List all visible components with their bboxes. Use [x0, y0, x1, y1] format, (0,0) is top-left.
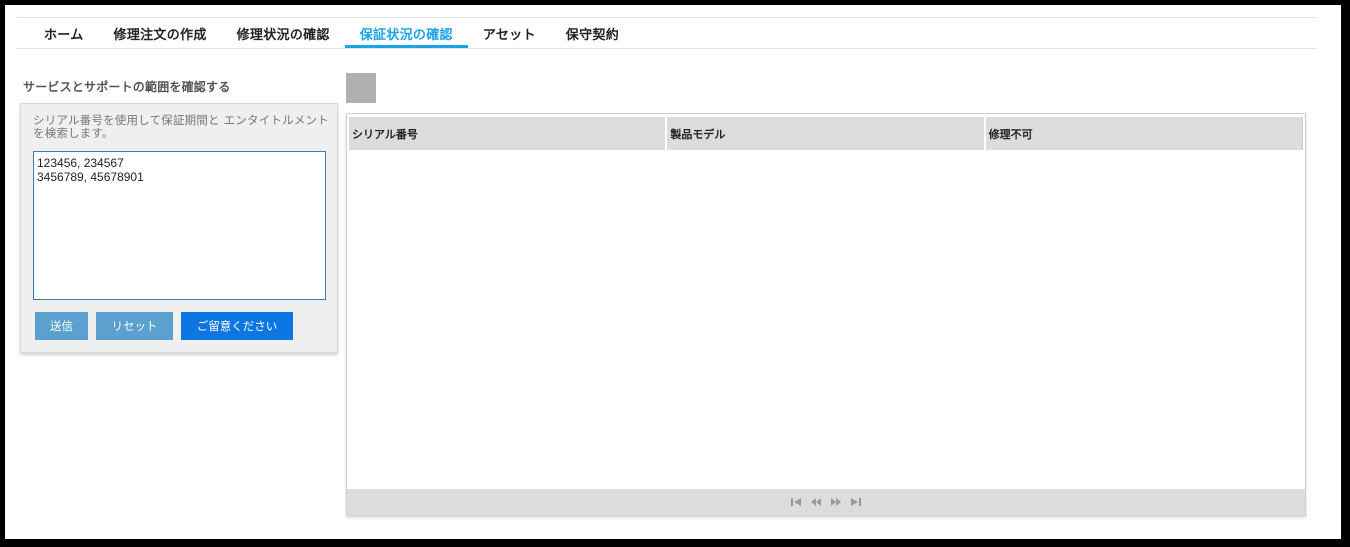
serial-number-input[interactable]: [33, 151, 326, 300]
first-page-icon[interactable]: [790, 497, 802, 507]
reset-button[interactable]: リセット: [96, 312, 173, 340]
tab-create-repair-order[interactable]: 修理注文の作成: [99, 18, 222, 48]
grid-body: [349, 150, 1303, 489]
column-header-product-model[interactable]: 製品モデル: [667, 117, 986, 150]
grid-pager: [347, 489, 1305, 515]
column-header-unrepairable[interactable]: 修理不可: [986, 117, 1303, 150]
submit-button[interactable]: 送信: [35, 312, 88, 340]
column-header-serial-number[interactable]: シリアル番号: [349, 117, 668, 150]
app-frame: ホーム 修理注文の作成 修理状況の確認 保証状況の確認 アセット 保守契約 サー…: [5, 5, 1341, 539]
notice-button[interactable]: ご留意ください: [181, 312, 293, 340]
tab-maintenance-contract[interactable]: 保守契約: [551, 18, 634, 48]
results-grid: シリアル番号 製品モデル 修理不可: [346, 113, 1306, 516]
section-title: サービスとサポートの範囲を確認する: [23, 80, 231, 94]
tab-assets[interactable]: アセット: [468, 18, 551, 48]
next-page-icon[interactable]: [830, 497, 842, 507]
last-page-icon[interactable]: [850, 497, 862, 507]
top-nav: ホーム 修理注文の作成 修理状況の確認 保証状況の確認 アセット 保守契約: [17, 17, 1317, 49]
tab-home[interactable]: ホーム: [29, 18, 99, 48]
search-description: シリアル番号を使用して保証期間と エンタイトルメントを検索します。: [33, 113, 329, 140]
prev-page-icon[interactable]: [810, 497, 822, 507]
grid-action-button[interactable]: [346, 73, 376, 103]
tab-warranty-status[interactable]: 保証状況の確認: [344, 18, 468, 48]
tab-repair-status[interactable]: 修理状況の確認: [222, 18, 345, 48]
grid-header: シリアル番号 製品モデル 修理不可: [349, 117, 1303, 150]
search-panel: シリアル番号を使用して保証期間と エンタイトルメントを検索します。 送信 リセッ…: [20, 103, 338, 353]
